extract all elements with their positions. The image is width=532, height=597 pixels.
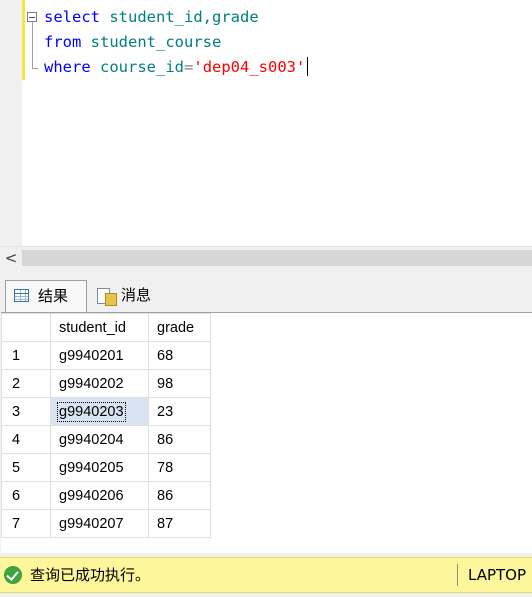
table-row: 4 g9940204 86 [1, 425, 211, 454]
where-value: 'dep04_s003' [193, 58, 306, 76]
server-name: LAPTOP [468, 566, 527, 584]
results-table: student_id grade 1 g9940201 68 2 g994020… [1, 313, 211, 538]
scrollbar-thumb[interactable] [22, 250, 532, 266]
tab-results-label: 结果 [38, 287, 69, 305]
query-editor[interactable]: select student_id,grade from student_cou… [0, 0, 532, 246]
cell-grade[interactable]: 86 [148, 425, 211, 454]
cell-student-id[interactable]: g9940205 [50, 453, 149, 482]
tab-messages[interactable]: 消息 [89, 280, 169, 311]
code-line-2[interactable]: from student_course [44, 30, 221, 54]
table-row: 5 g9940205 78 [1, 453, 211, 482]
collapse-region-icon[interactable] [27, 12, 37, 22]
cell-student-id[interactable]: g9940206 [50, 481, 149, 510]
select-columns: student_id,grade [109, 8, 259, 26]
code-line-3[interactable]: where course_id='dep04_s003' [44, 55, 309, 79]
fold-guide-line [31, 22, 33, 69]
cell-grade[interactable]: 78 [148, 453, 211, 482]
cell-student-id[interactable]: g9940207 [50, 509, 149, 538]
row-number[interactable]: 4 [1, 425, 51, 454]
table-row: 7 g9940207 87 [1, 509, 211, 538]
column-header-student-id[interactable]: student_id [50, 313, 149, 342]
text-caret [307, 57, 309, 76]
row-number[interactable]: 7 [1, 509, 51, 538]
row-number[interactable]: 3 [1, 397, 51, 426]
change-tracking-bar [22, 0, 25, 80]
cell-student-id[interactable]: g9940201 [50, 341, 149, 370]
table-row: 2 g9940202 98 [1, 369, 211, 398]
table-row: 6 g9940206 86 [1, 481, 211, 510]
where-operator: = [184, 58, 194, 76]
cell-grade[interactable]: 23 [148, 397, 211, 426]
cell-student-id[interactable]: g9940202 [50, 369, 149, 398]
status-bar: 查询已成功执行。 LAPTOP [0, 553, 532, 597]
grid-icon [14, 289, 29, 302]
query-status-strip: 查询已成功执行。 LAPTOP [0, 557, 532, 593]
tab-messages-label: 消息 [121, 286, 152, 304]
editor-gutter [0, 0, 22, 246]
header-row: student_id grade [1, 313, 211, 342]
table-row: 3 g9940203 23 [1, 397, 211, 426]
cell-grade[interactable]: 87 [148, 509, 211, 538]
row-number[interactable]: 5 [1, 453, 51, 482]
fold-guide-end [31, 68, 38, 69]
table-name: student_course [90, 33, 222, 51]
cell-grade[interactable]: 98 [148, 369, 211, 398]
where-column: course_id [100, 58, 185, 76]
horizontal-scrollbar[interactable]: < [0, 246, 532, 270]
table-row: 1 g9940201 68 [1, 341, 211, 370]
tab-results[interactable]: 结果 [5, 280, 87, 312]
scroll-left-arrow-icon[interactable]: < [0, 247, 22, 270]
message-icon [97, 286, 117, 306]
success-check-icon [4, 566, 22, 584]
cell-grade[interactable]: 68 [148, 341, 211, 370]
status-message: 查询已成功执行。 [30, 566, 151, 584]
results-grid[interactable]: student_id grade 1 g9940201 68 2 g994020… [1, 312, 532, 553]
row-number[interactable]: 2 [1, 369, 51, 398]
keyword-select: select [44, 8, 100, 26]
keyword-where: where [44, 58, 91, 76]
cell-grade[interactable]: 86 [148, 481, 211, 510]
cell-student-id[interactable]: g9940204 [50, 425, 149, 454]
cell-student-id-selected[interactable]: g9940203 [50, 397, 149, 426]
row-number-header[interactable] [1, 313, 51, 342]
column-header-grade[interactable]: grade [148, 313, 211, 342]
keyword-from: from [44, 33, 82, 51]
row-number[interactable]: 1 [1, 341, 51, 370]
results-tabs: 结果 消息 [0, 280, 532, 312]
status-divider [457, 564, 458, 586]
selected-cell-text: g9940203 [57, 401, 126, 422]
code-line-1[interactable]: select student_id,grade [44, 5, 259, 29]
results-pane: 结果 消息 student_id grade 1 g9940201 68 2 g… [0, 270, 532, 553]
row-number[interactable]: 6 [1, 481, 51, 510]
